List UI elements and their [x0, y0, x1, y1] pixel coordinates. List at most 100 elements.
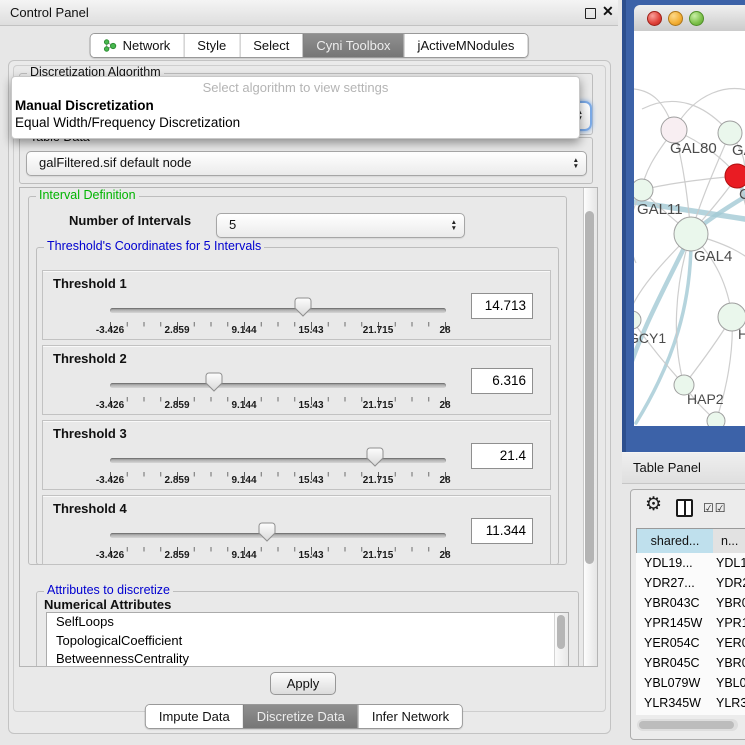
slider-thumb[interactable]	[205, 372, 223, 392]
network-canvas[interactable]: GAL80GACGAL11GAL4GCY1HHAP2	[634, 31, 745, 426]
table-row[interactable]: YER054CYER0...	[636, 633, 745, 653]
table-panel-title: Table Panel	[633, 453, 701, 483]
table-hscrollbar[interactable]	[637, 719, 738, 731]
cell-shared-name: YDR27...	[636, 573, 714, 593]
slider-track[interactable]	[110, 458, 446, 463]
scale-label: 9.144	[220, 325, 268, 336]
slider-thumb[interactable]	[294, 297, 312, 317]
table-data-selected: galFiltered.sif default node	[39, 152, 191, 174]
tab-label: Network	[123, 38, 171, 53]
close-traffic-light[interactable]	[647, 11, 662, 26]
network-label-hap2: HAP2	[687, 391, 724, 407]
scale-label: 28	[421, 475, 469, 486]
threshold-title: Threshold 3	[53, 426, 127, 441]
table-row[interactable]: YLR345WYLR3...	[636, 693, 745, 713]
scale-label: 9.144	[220, 550, 268, 561]
tab-label: Style	[197, 38, 226, 53]
cell-name: YBR0...	[714, 653, 745, 673]
threshold-value-field[interactable]: 14.713	[471, 293, 533, 319]
attribute-item-topologicalcoefficient[interactable]: TopologicalCoefficient	[47, 632, 568, 651]
dropdown-option-equal-width-frequency[interactable]: Equal Width/Frequency Discretization	[12, 114, 579, 131]
network-label-gal11: GAL11	[637, 201, 683, 218]
apply-button[interactable]: Apply	[270, 672, 336, 695]
table-row[interactable]: YBR043CYBR0...	[636, 593, 745, 613]
table-row[interactable]: YDR27...YDR2...	[636, 573, 745, 593]
cell-name: YPR1...	[714, 613, 745, 633]
tab-jactivemnodules[interactable]: jActiveMNodules	[404, 34, 528, 57]
table-row[interactable]: YPR145WYPR1...	[636, 613, 745, 633]
slider-thumb[interactable]	[366, 447, 384, 467]
threshold-box: Threshold 4-3.4262.8599.14415.4321.71528…	[42, 495, 551, 565]
table-row[interactable]: YIL052CYIL0...	[636, 713, 745, 715]
table-panel-titlebar: Table Panel	[622, 452, 745, 484]
threshold-title: Threshold 4	[53, 501, 127, 516]
scale-label: 15.43	[287, 400, 335, 411]
dropdown-option-manual-discretization[interactable]: Manual Discretization	[12, 97, 579, 114]
table-data-combobox[interactable]: galFiltered.sif default node ▲▼	[26, 151, 587, 176]
bottom-tab-discretize-data[interactable]: Discretize Data	[243, 705, 358, 728]
dropdown-prompt: Select algorithm to view settings	[12, 77, 579, 97]
close-icon[interactable]: ✕	[602, 3, 614, 20]
network-node-red[interactable]	[725, 164, 745, 188]
tab-label: Infer Network	[372, 709, 449, 724]
tab-label: Impute Data	[159, 709, 230, 724]
network-edge	[642, 176, 737, 190]
tab-select[interactable]: Select	[239, 34, 302, 57]
list-scrollbar[interactable]	[554, 613, 568, 666]
threshold-value-field[interactable]: 11.344	[471, 518, 533, 544]
network-label-gcy1: GCY1	[634, 330, 666, 346]
slider-track[interactable]	[110, 533, 446, 538]
scale-label: -3.426	[86, 475, 134, 486]
scale-label: 15.43	[287, 550, 335, 561]
scale-label: 21.715	[354, 325, 402, 336]
cell-shared-name: YIL052C	[636, 713, 714, 715]
num-intervals-combobox[interactable]: 5 ▲▼	[216, 213, 465, 238]
column-header-shared-name[interactable]: shared...	[636, 528, 714, 554]
attribute-item-betweennesscentrality[interactable]: BetweennessCentrality	[47, 650, 568, 667]
tab-label: Cyni Toolbox	[316, 38, 390, 53]
interval-definition-title: Interval Definition	[36, 189, 139, 202]
float-window-icon[interactable]	[585, 8, 596, 19]
threshold-value-field[interactable]: 21.4	[471, 443, 533, 469]
scale-label: -3.426	[86, 400, 134, 411]
slider-track[interactable]	[110, 383, 446, 388]
network-node-gal4[interactable]	[674, 217, 708, 251]
scale-label: 2.859	[153, 475, 201, 486]
checkboxes-icon[interactable]: ☑☑	[703, 501, 727, 515]
table-row[interactable]: YBL079WYBL0...	[636, 673, 745, 693]
scale-label: 21.715	[354, 400, 402, 411]
tab-label: jActiveMNodules	[418, 38, 515, 53]
cell-shared-name: YPR145W	[636, 613, 714, 633]
bottom-tab-infer-network[interactable]: Infer Network	[358, 705, 462, 728]
cell-shared-name: YBL079W	[636, 673, 714, 693]
tab-label: Select	[253, 38, 289, 53]
cell-name: YIL0...	[714, 713, 745, 715]
columns-icon[interactable]	[676, 499, 693, 517]
gear-icon[interactable]: ⚙	[645, 494, 662, 516]
network-graph: GAL80GACGAL11GAL4GCY1HHAP2	[634, 31, 745, 426]
table-row[interactable]: YDL19...YDL1...	[636, 553, 745, 573]
network-window-titlebar[interactable]	[634, 5, 745, 32]
network-node-bottom[interactable]	[707, 412, 725, 426]
bottom-tab-impute-data[interactable]: Impute Data	[146, 705, 243, 728]
slider-track[interactable]	[110, 308, 446, 313]
scale-label: 9.144	[220, 475, 268, 486]
network-node-gal11[interactable]	[634, 179, 653, 201]
attribute-item-selfloops[interactable]: SelfLoops	[47, 613, 568, 632]
tab-network[interactable]: Network	[91, 34, 184, 57]
scale-label: -3.426	[86, 550, 134, 561]
minimize-traffic-light[interactable]	[668, 11, 683, 26]
tab-style[interactable]: Style	[183, 34, 239, 57]
scale-label: 2.859	[153, 550, 201, 561]
zoom-traffic-light[interactable]	[689, 11, 704, 26]
slider-thumb[interactable]	[258, 522, 276, 542]
table-row[interactable]: YBR045CYBR0...	[636, 653, 745, 673]
cell-name: YDR2...	[714, 573, 745, 593]
settings-scrollbar-thumb[interactable]	[585, 211, 594, 564]
network-label-ga: GA	[732, 142, 745, 159]
num-intervals-value: 5	[229, 214, 236, 236]
network-node-gcy1[interactable]	[634, 311, 641, 329]
tab-cyni-toolbox[interactable]: Cyni Toolbox	[302, 34, 403, 57]
threshold-value-field[interactable]: 6.316	[471, 368, 533, 394]
column-header-name[interactable]: n...	[713, 528, 745, 554]
